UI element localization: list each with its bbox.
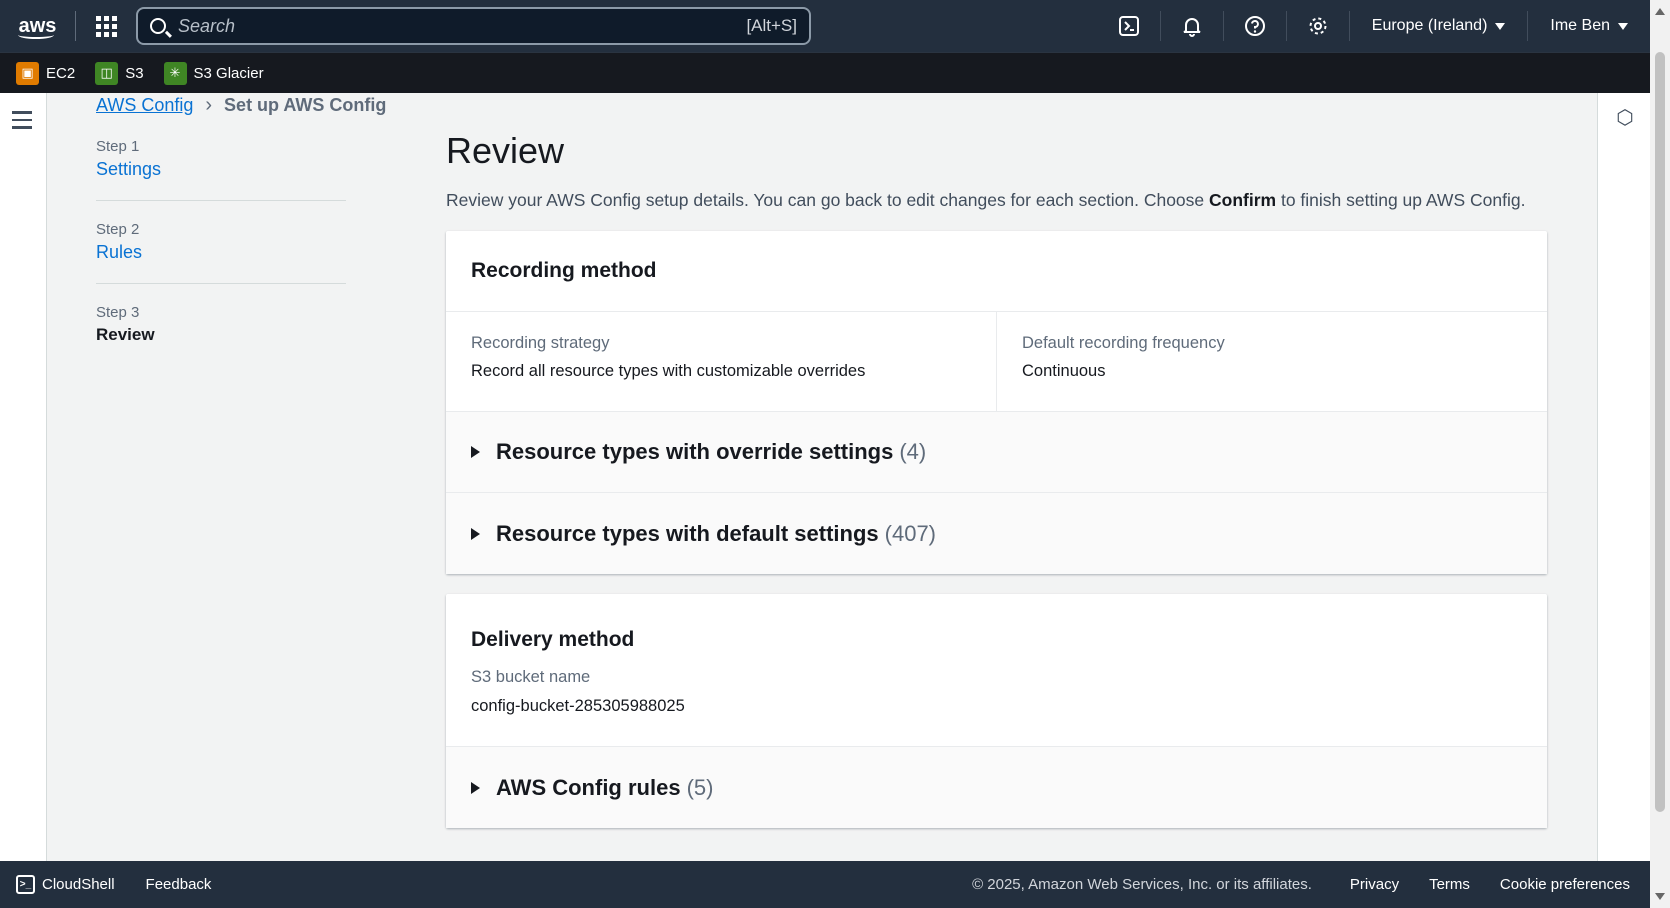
favorite-label: EC2 <box>46 64 76 82</box>
wizard-steps: Step 1 Settings Step 2 Rules Step 3 Revi… <box>96 138 346 385</box>
favorite-s3[interactable]: ◫ S3 <box>95 61 144 85</box>
breadcrumb-aws-config[interactable]: AWS Config <box>96 95 193 116</box>
step-3: Step 3 Review <box>96 304 346 365</box>
cloudshell-footer-button[interactable]: >_ CloudShell <box>16 875 115 894</box>
scroll-thumb[interactable] <box>1655 52 1665 812</box>
search-input[interactable]: Search [Alt+S] <box>136 7 811 45</box>
top-navigation: aws Search [Alt+S] Europe (Ireland) Ime … <box>0 0 1650 52</box>
search-placeholder: Search <box>178 15 236 36</box>
expander-count: (407) <box>884 520 936 546</box>
card-header: Recording method <box>446 231 1547 312</box>
terminal-icon <box>1118 16 1139 36</box>
card-header: Delivery method <box>471 628 635 651</box>
side-navigation-rail <box>0 93 47 861</box>
default-settings-expander[interactable]: Resource types with default settings (40… <box>446 493 1547 574</box>
field-value: Continuous <box>1022 362 1106 380</box>
config-rules-expander[interactable]: AWS Config rules (5) <box>446 747 1547 828</box>
aws-logo[interactable]: aws <box>0 0 75 52</box>
breadcrumb: AWS Config › Set up AWS Config <box>96 93 386 117</box>
scroll-down-arrow-icon[interactable] <box>1655 893 1665 900</box>
notifications-button[interactable] <box>1161 0 1223 52</box>
step-link-settings[interactable]: Settings <box>96 159 346 180</box>
step-number: Step 2 <box>96 221 140 238</box>
recording-frequency: Default recording frequency Continuous <box>996 312 1547 411</box>
footer: >_ CloudShell Feedback © 2025, Amazon We… <box>0 861 1650 908</box>
step-number: Step 1 <box>96 138 140 155</box>
hexagon-icon[interactable]: ⬡ <box>1615 108 1635 128</box>
bell-icon <box>1183 18 1201 37</box>
step-number: Step 3 <box>96 304 140 321</box>
cookie-preferences-link[interactable]: Cookie preferences <box>1500 876 1630 893</box>
terminal-icon: >_ <box>16 875 35 894</box>
breadcrumb-current: Set up AWS Config <box>224 94 387 115</box>
region-label: Europe (Ireland) <box>1371 17 1488 34</box>
terms-link[interactable]: Terms <box>1429 876 1470 893</box>
glacier-icon: ✳ <box>163 61 187 85</box>
delivery-details: Delivery method S3 bucket name config-bu… <box>446 594 1547 747</box>
desc-bold: Confirm <box>1209 190 1277 210</box>
tools-rail: ⬡ <box>1597 93 1650 861</box>
expander-count: (4) <box>899 439 927 464</box>
desc-text: Review your AWS Config setup details. Yo… <box>446 190 1210 210</box>
caret-right-icon <box>471 527 480 540</box>
expander-count: (5) <box>686 774 714 800</box>
nav-utilities: Europe (Ireland) Ime Ben <box>1098 0 1650 52</box>
field-value: Record all resource types with customiza… <box>471 362 866 380</box>
caret-right-icon <box>471 446 480 458</box>
page-title: Review <box>446 130 565 171</box>
recording-details: Recording strategy Record all resource t… <box>446 312 1547 412</box>
caret-down-icon <box>1495 22 1506 30</box>
copyright: © 2025, Amazon Web Services, Inc. or its… <box>972 876 1312 893</box>
step-current-review: Review <box>96 325 155 344</box>
account-menu[interactable]: Ime Ben <box>1528 17 1650 35</box>
cloudshell-label: CloudShell <box>42 876 115 893</box>
grid-icon <box>95 15 117 37</box>
s3-bucket-icon: ◫ <box>95 61 119 85</box>
region-selector[interactable]: Europe (Ireland) <box>1350 17 1528 35</box>
search-icon <box>150 18 166 34</box>
help-button[interactable] <box>1224 0 1286 52</box>
favorites-bar: ▣ EC2 ◫ S3 ✳ S3 Glacier <box>0 52 1650 93</box>
logo-smile <box>18 31 54 39</box>
favorite-s3-glacier[interactable]: ✳ S3 Glacier <box>163 61 264 85</box>
favorite-ec2[interactable]: ▣ EC2 <box>16 61 76 85</box>
user-name: Ime Ben <box>1550 17 1610 34</box>
scrollbar[interactable] <box>1650 0 1670 908</box>
field-label: S3 bucket name <box>471 668 591 686</box>
expander-label: Resource types with override settings <box>496 439 894 464</box>
field-label: Default recording frequency <box>1022 334 1225 352</box>
desc-text: to finish setting up AWS Config. <box>1276 190 1526 210</box>
override-settings-expander[interactable]: Resource types with override settings (4… <box>446 412 1547 493</box>
help-icon <box>1244 16 1265 36</box>
recording-strategy: Recording strategy Record all resource t… <box>446 312 996 411</box>
step-2: Step 2 Rules <box>96 221 346 284</box>
menu-icon[interactable] <box>12 111 32 134</box>
page-description: Review your AWS Config setup details. Yo… <box>446 190 1547 211</box>
field-label: Recording strategy <box>471 334 610 352</box>
step-1: Step 1 Settings <box>96 138 346 201</box>
step-link-rules[interactable]: Rules <box>96 242 346 263</box>
ec2-icon: ▣ <box>16 61 39 85</box>
delivery-method-card: Delivery method S3 bucket name config-bu… <box>446 594 1547 828</box>
settings-button[interactable] <box>1287 0 1349 52</box>
services-menu-button[interactable] <box>76 0 136 52</box>
gear-icon <box>1309 17 1327 35</box>
field-value: config-bucket-285305988025 <box>471 697 685 715</box>
favorite-label: S3 <box>125 64 144 82</box>
footer-links: © 2025, Amazon Web Services, Inc. or its… <box>972 876 1630 893</box>
chevron-right-icon: › <box>205 93 213 116</box>
expander-label: AWS Config rules <box>496 774 681 800</box>
feedback-link[interactable]: Feedback <box>146 876 212 893</box>
caret-right-icon <box>471 781 480 794</box>
search-shortcut: [Alt+S] <box>746 16 797 35</box>
scroll-up-arrow-icon[interactable] <box>1655 8 1665 15</box>
caret-down-icon <box>1618 22 1628 30</box>
favorite-label: S3 Glacier <box>193 64 264 82</box>
recording-method-card: Recording method Recording strategy Reco… <box>446 231 1547 574</box>
expander-label: Resource types with default settings <box>496 520 879 546</box>
privacy-link[interactable]: Privacy <box>1350 876 1399 893</box>
main-content: Review Review your AWS Config setup deta… <box>446 130 1547 848</box>
cloudshell-button[interactable] <box>1098 0 1160 52</box>
